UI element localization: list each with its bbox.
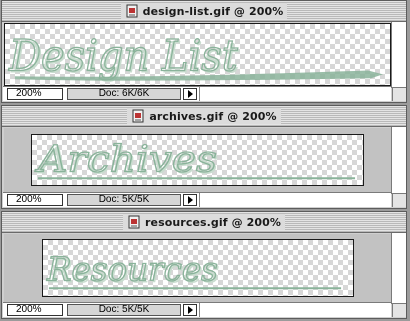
zoom-level-field[interactable]: 200%: [7, 304, 63, 316]
zoom-level-field[interactable]: 200%: [7, 194, 63, 206]
document-window-archives[interactable]: archives.gif @ 200% Archives Archives 20…: [1, 105, 407, 209]
vertical-scrollbar[interactable]: [391, 22, 406, 88]
resize-corner[interactable]: [392, 193, 406, 207]
vertical-scrollbar[interactable]: [391, 127, 406, 194]
horizontal-scrollbar[interactable]: [199, 87, 391, 101]
status-menu-button[interactable]: [183, 88, 197, 100]
window-title: design-list.gif @ 200%: [142, 4, 284, 18]
image-canvas[interactable]: Archives Archives: [31, 134, 364, 186]
status-bar: 200% Doc: 5K/5K: [3, 192, 391, 207]
window-title: resources.gif @ 200%: [144, 215, 282, 229]
document-window-design-list[interactable]: design-list.gif @ 200% Design List Desig…: [1, 0, 407, 103]
document-size-info: Doc: 5K/5K: [67, 304, 181, 316]
resize-corner[interactable]: [392, 303, 406, 317]
gif-document-icon: [126, 4, 138, 18]
window-title-bar[interactable]: archives.gif @ 200%: [2, 106, 406, 127]
canvas-area: Resources Resources: [4, 234, 391, 302]
status-bar: 200% Doc: 5K/5K: [3, 302, 391, 317]
script-graphic-archives: Archives Archives: [34, 137, 356, 182]
image-canvas[interactable]: Resources Resources: [42, 239, 354, 297]
horizontal-scrollbar[interactable]: [199, 303, 391, 317]
status-menu-button[interactable]: [183, 304, 197, 316]
status-bar: 200% Doc: 6K/6K: [3, 86, 391, 101]
zoom-level-field[interactable]: 200%: [7, 88, 63, 100]
script-graphic-resources: Resources Resources: [45, 249, 342, 290]
window-title: archives.gif @ 200%: [149, 109, 277, 123]
document-size-info: Doc: 6K/6K: [67, 88, 181, 100]
svg-text:Archives: Archives: [35, 138, 217, 180]
image-canvas[interactable]: Design List Design List: [4, 23, 391, 86]
window-title-bar[interactable]: resources.gif @ 200%: [2, 212, 406, 233]
window-title-bar[interactable]: design-list.gif @ 200%: [2, 1, 406, 22]
gif-document-icon: [132, 109, 144, 123]
vertical-scrollbar[interactable]: [391, 233, 406, 304]
triangle-right-icon: [187, 196, 193, 204]
resize-corner[interactable]: [392, 87, 406, 101]
canvas-area: Archives Archives: [4, 128, 391, 193]
triangle-right-icon: [187, 90, 193, 98]
svg-text:Resources: Resources: [46, 250, 218, 288]
canvas-area: Design List Design List: [4, 23, 391, 86]
document-size-info: Doc: 5K/5K: [67, 194, 181, 206]
triangle-right-icon: [187, 306, 193, 314]
horizontal-scrollbar[interactable]: [199, 193, 391, 207]
document-window-resources[interactable]: resources.gif @ 200% Resources Resources…: [1, 211, 407, 319]
script-graphic-design-list: Design List Design List: [7, 31, 384, 83]
status-menu-button[interactable]: [183, 194, 197, 206]
gif-document-icon: [128, 215, 140, 229]
svg-text:Design List: Design List: [8, 32, 238, 81]
